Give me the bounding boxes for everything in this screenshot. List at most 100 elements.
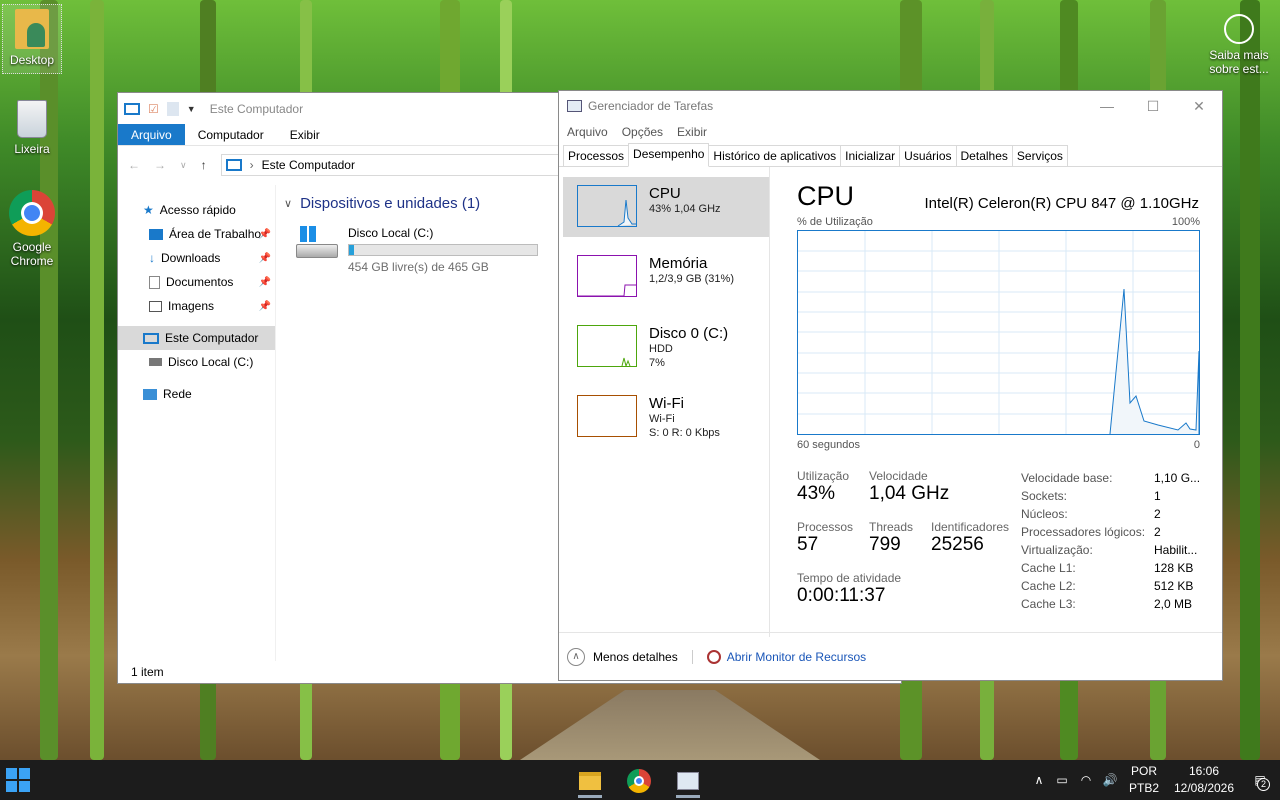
pin-icon[interactable]: 📌 bbox=[259, 301, 271, 312]
sidebar-item-label: Rede bbox=[163, 387, 192, 401]
forward-arrow-icon[interactable]: → bbox=[154, 158, 166, 172]
task-manager-window: Gerenciador de Tarefas — ☐ ✕ Arquivo Opç… bbox=[558, 90, 1223, 681]
tm-menubar: Arquivo Opções Exibir bbox=[559, 121, 1222, 143]
tm-footer: ∧ Menos detalhes Abrir Monitor de Recurs… bbox=[559, 632, 1222, 680]
explorer-title: Este Computador bbox=[209, 101, 304, 116]
tab-details[interactable]: Detalhes bbox=[955, 145, 1013, 166]
menu-options[interactable]: Opções bbox=[622, 125, 663, 139]
uptime-value: 0:00:11:37 bbox=[797, 585, 886, 606]
utilization-axis-label: % de Utilização bbox=[797, 216, 873, 228]
sidebar-item-downloads[interactable]: ↓ Downloads 📌 bbox=[118, 246, 275, 270]
desktop-icon bbox=[149, 228, 163, 240]
tab-services[interactable]: Serviços bbox=[1011, 145, 1068, 166]
sidebar-item-label: Downloads bbox=[161, 251, 221, 265]
resource-memory[interactable]: Memória 1,2/3,9 GB (31%) bbox=[563, 247, 769, 307]
tablet-icon[interactable]: ▭ bbox=[1050, 773, 1074, 787]
computer-icon bbox=[143, 332, 159, 344]
spec-value: Habilit... bbox=[1154, 543, 1198, 557]
sidebar-item-label: Acesso rápido bbox=[159, 203, 236, 217]
properties-icon[interactable]: ☑ bbox=[148, 102, 159, 116]
spec-row: Processadores lógicos: 2 bbox=[1021, 523, 1201, 541]
resource-name: Wi-Fi bbox=[649, 395, 684, 412]
tab-performance[interactable]: Desempenho bbox=[628, 143, 710, 167]
quick-access-dropdown-icon[interactable]: ▼ bbox=[187, 104, 196, 114]
tab-app-history[interactable]: Histórico de aplicativos bbox=[708, 145, 842, 166]
taskbar-file-explorer[interactable] bbox=[570, 764, 610, 798]
sidebar-item-this-pc[interactable]: Este Computador bbox=[118, 326, 275, 350]
star-icon: ★ bbox=[143, 203, 154, 217]
sidebar-item-pictures[interactable]: Imagens 📌 bbox=[118, 294, 275, 318]
close-button[interactable]: ✕ bbox=[1176, 91, 1222, 121]
ribbon-tab-computer[interactable]: Computador bbox=[185, 124, 277, 145]
new-folder-icon[interactable] bbox=[166, 101, 179, 116]
sidebar-item-label: Disco Local (C:) bbox=[168, 355, 254, 369]
sidebar-item-network[interactable]: Rede bbox=[118, 382, 275, 406]
chevron-up-circle-icon: ∧ bbox=[567, 647, 585, 666]
volume-icon[interactable]: 🔊 bbox=[1098, 773, 1122, 787]
sidebar-item-quick-access[interactable]: ★ Acesso rápido bbox=[118, 198, 275, 222]
sidebar-item-desktop[interactable]: Área de Trabalho 📌 bbox=[118, 222, 275, 246]
tm-title: Gerenciador de Tarefas bbox=[588, 99, 714, 113]
resource-detail-2: 7% bbox=[649, 357, 665, 369]
language-indicator[interactable]: POR PTB2 bbox=[1126, 763, 1162, 797]
ribbon-tab-file[interactable]: Arquivo bbox=[118, 124, 185, 145]
ribbon-tab-view[interactable]: Exibir bbox=[277, 124, 333, 145]
desktop-icon-chrome[interactable]: Google Chrome bbox=[2, 190, 62, 268]
sidebar-item-documents[interactable]: Documentos 📌 bbox=[118, 270, 275, 294]
computer-icon bbox=[124, 102, 140, 115]
picture-icon bbox=[149, 300, 162, 312]
resource-detail-2: S: 0 R: 0 Kbps bbox=[649, 427, 720, 439]
minimize-button[interactable]: — bbox=[1084, 91, 1130, 121]
sidebar-item-label: Este Computador bbox=[165, 331, 259, 345]
recent-dropdown-icon[interactable]: ∨ bbox=[180, 160, 187, 171]
cpu-specs: Velocidade base: 1,10 G... Sockets: 1 Núcl… bbox=[1021, 469, 1201, 613]
clock-date: 12/08/2026 bbox=[1173, 781, 1235, 795]
taskbar-chrome[interactable] bbox=[619, 764, 659, 798]
tab-startup[interactable]: Inicializar bbox=[840, 145, 901, 166]
sidebar-item-local-disk[interactable]: Disco Local (C:) bbox=[118, 350, 275, 374]
menu-view[interactable]: Exibir bbox=[677, 125, 707, 139]
disk-thumbnail-graph bbox=[577, 325, 637, 367]
drive-free-space: 454 GB livre(s) de 465 GB bbox=[348, 260, 489, 274]
time-left-label: 60 segundos bbox=[797, 439, 860, 451]
maximize-button[interactable]: ☐ bbox=[1130, 91, 1176, 121]
back-arrow-icon[interactable]: ← bbox=[128, 158, 140, 172]
resource-name: CPU bbox=[649, 185, 681, 202]
resource-detail: 43% 1,04 GHz bbox=[649, 203, 721, 215]
tab-processes[interactable]: Processos bbox=[563, 145, 630, 166]
menu-file[interactable]: Arquivo bbox=[567, 125, 608, 139]
desktop-icon-recycle-bin[interactable]: Lixeira bbox=[2, 100, 62, 156]
learn-more-widget[interactable]: Saiba mais sobre est... bbox=[1206, 14, 1272, 76]
resource-wifi[interactable]: Wi-Fi Wi-Fi S: 0 R: 0 Kbps bbox=[563, 387, 769, 447]
wifi-icon[interactable]: ◠ bbox=[1074, 773, 1098, 787]
learn-more-label: Saiba mais sobre est... bbox=[1209, 48, 1269, 76]
task-manager-icon bbox=[567, 100, 582, 112]
spec-value: 128 KB bbox=[1154, 561, 1194, 575]
cpu-thumbnail-graph bbox=[577, 185, 637, 227]
pin-icon[interactable]: 📌 bbox=[259, 253, 271, 264]
desktop-icon-desktop[interactable]: Desktop bbox=[2, 4, 62, 74]
open-resource-monitor-link[interactable]: Abrir Monitor de Recursos bbox=[706, 649, 866, 664]
resource-cpu[interactable]: CPU 43% 1,04 GHz bbox=[563, 177, 769, 237]
desktop-icon-label: Lixeira bbox=[14, 142, 50, 156]
pin-icon[interactable]: 📌 bbox=[259, 229, 271, 240]
address-bar[interactable]: › Este Computador bbox=[220, 154, 561, 176]
spec-value: 1,10 G... bbox=[1154, 471, 1201, 485]
taskbar-task-manager[interactable] bbox=[668, 764, 708, 798]
tab-users[interactable]: Usuários bbox=[899, 145, 957, 166]
resource-disk[interactable]: Disco 0 (C:) HDD 7% bbox=[563, 317, 769, 377]
sidebar-item-label: Imagens bbox=[168, 299, 215, 313]
notification-center-button[interactable]: ▤ 2 bbox=[1240, 773, 1280, 791]
folder-user-icon bbox=[15, 9, 49, 49]
fewer-details-button[interactable]: ∧ Menos detalhes bbox=[567, 647, 678, 666]
clock[interactable]: 16:06 12/08/2026 bbox=[1168, 763, 1240, 797]
up-arrow-icon[interactable]: ↑ bbox=[201, 158, 207, 172]
navigation-pane: ★ Acesso rápido Área de Trabalho 📌 ↓ Downlo… bbox=[118, 185, 276, 661]
spec-row: Núcleos: 2 bbox=[1021, 505, 1201, 523]
resource-name: Memória bbox=[649, 255, 708, 272]
start-button[interactable] bbox=[6, 768, 30, 792]
notification-count-badge: 2 bbox=[1257, 778, 1270, 791]
status-bar: 1 item bbox=[118, 661, 164, 683]
pin-icon[interactable]: 📌 bbox=[259, 277, 271, 288]
show-hidden-icons-button[interactable]: ∧ bbox=[1028, 773, 1050, 787]
